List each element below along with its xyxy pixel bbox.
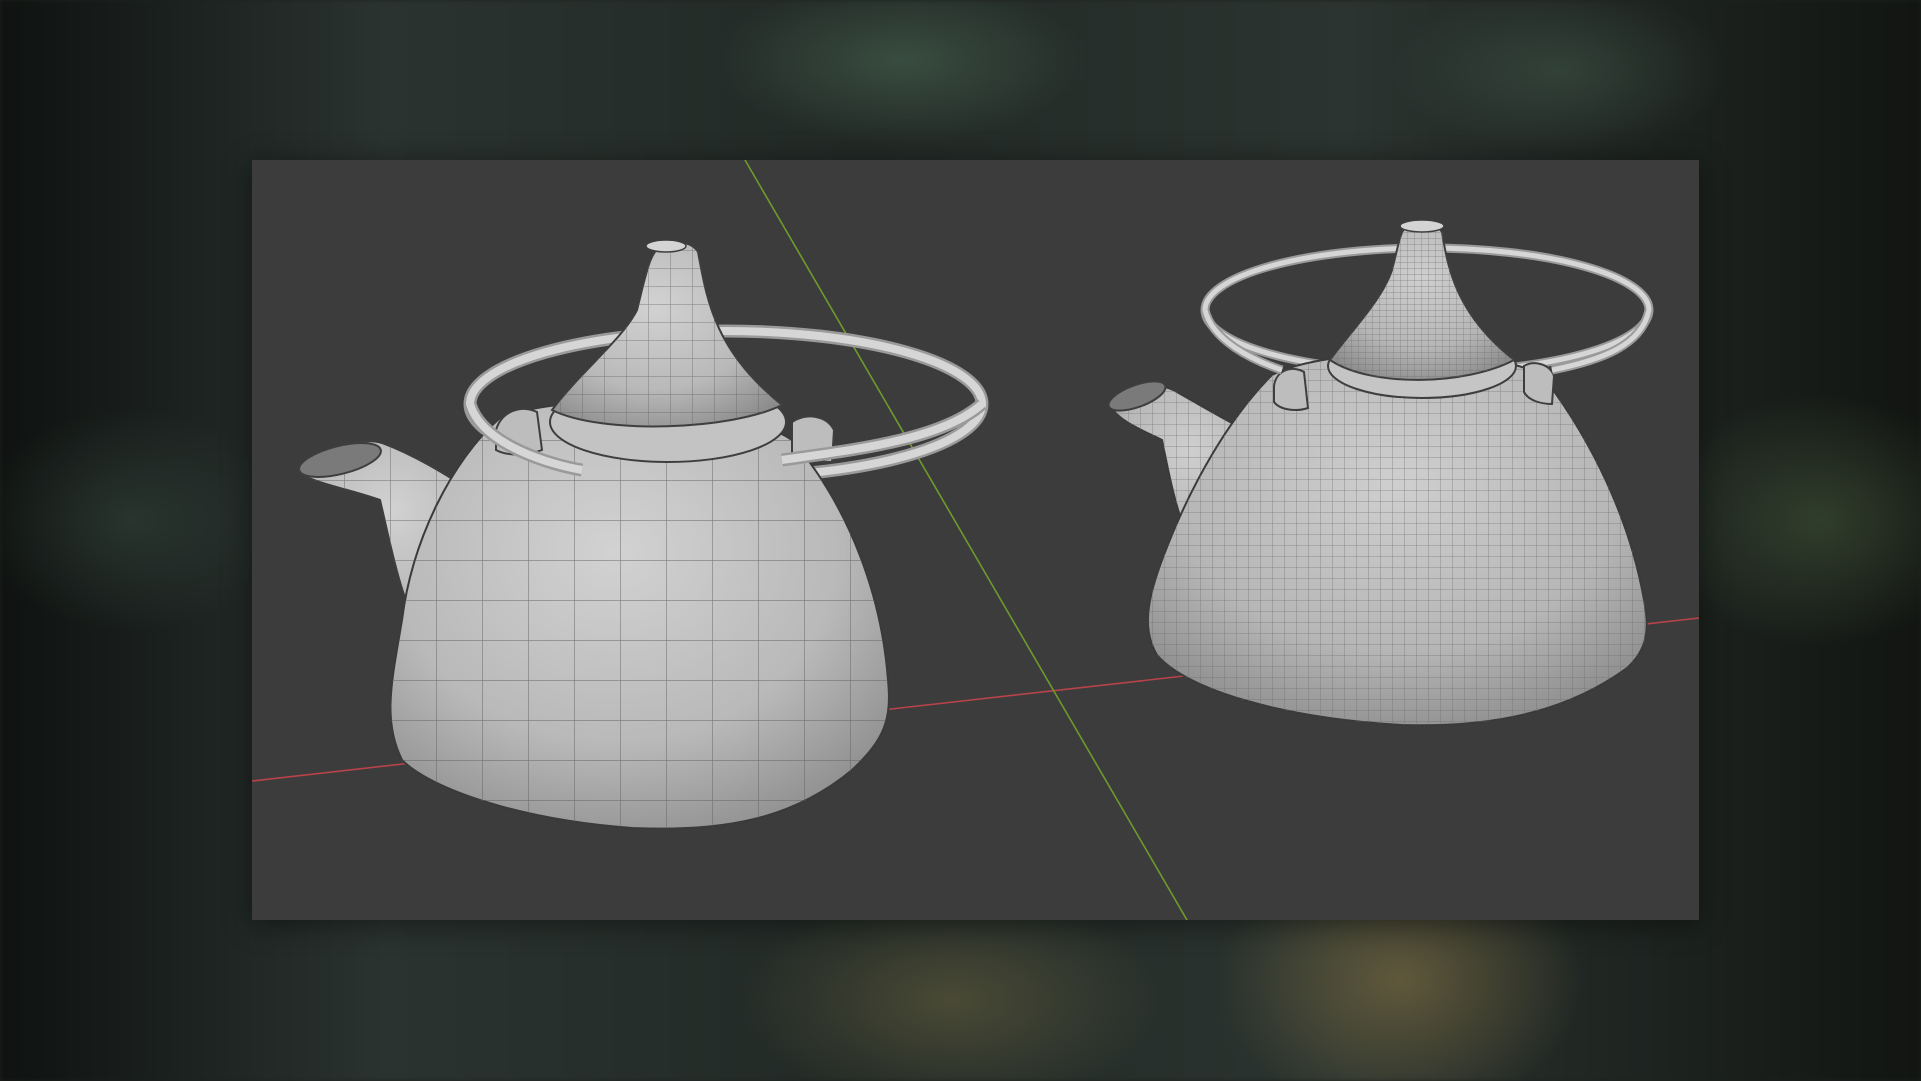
3d-viewport[interactable] (252, 160, 1699, 920)
teapot-low-poly[interactable] (296, 239, 989, 830)
viewport-canvas[interactable] (252, 160, 1699, 920)
teapot-subdivided[interactable] (1105, 219, 1654, 727)
